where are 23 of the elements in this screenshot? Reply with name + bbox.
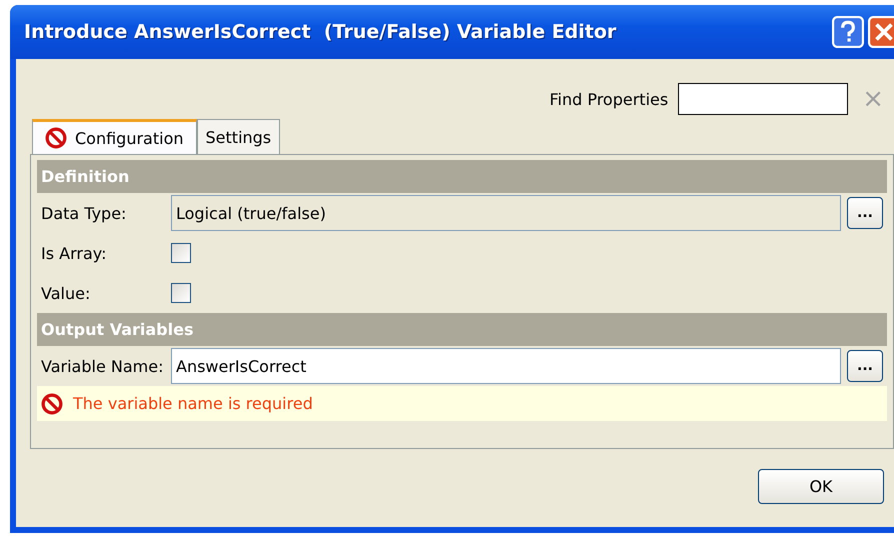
tab[interactable]: Settings xyxy=(196,119,280,154)
browse-button[interactable]: ... xyxy=(847,350,883,382)
find-properties-field[interactable] xyxy=(678,83,848,115)
ok-button[interactable]: OK xyxy=(758,469,884,504)
error-icon xyxy=(45,127,67,149)
section-header: Output Variables xyxy=(37,313,887,346)
text-field[interactable]: AnswerIsCorrect xyxy=(171,348,841,384)
field-label: Variable Name: xyxy=(41,356,164,376)
window-title: Introduce AnswerIsCorrect (True/False) Variable Editor xyxy=(23,21,616,43)
help-icon[interactable] xyxy=(832,16,864,48)
section-header: Definition xyxy=(37,160,887,193)
checkbox[interactable] xyxy=(171,283,191,303)
find-properties-label: Find Properties xyxy=(549,90,668,108)
browse-button[interactable]: ... xyxy=(847,197,883,229)
field-label: Data Type: xyxy=(41,204,128,222)
tab[interactable]: Configuration xyxy=(32,119,197,154)
field-label: Is Array: xyxy=(41,244,108,262)
checkbox[interactable] xyxy=(171,243,191,263)
error-icon xyxy=(41,392,63,414)
text-field[interactable]: Logical (true/false) xyxy=(171,195,841,231)
close-icon[interactable] xyxy=(868,16,894,48)
error-message: The variable name is required xyxy=(73,394,313,413)
field-label: Value: xyxy=(41,284,92,302)
